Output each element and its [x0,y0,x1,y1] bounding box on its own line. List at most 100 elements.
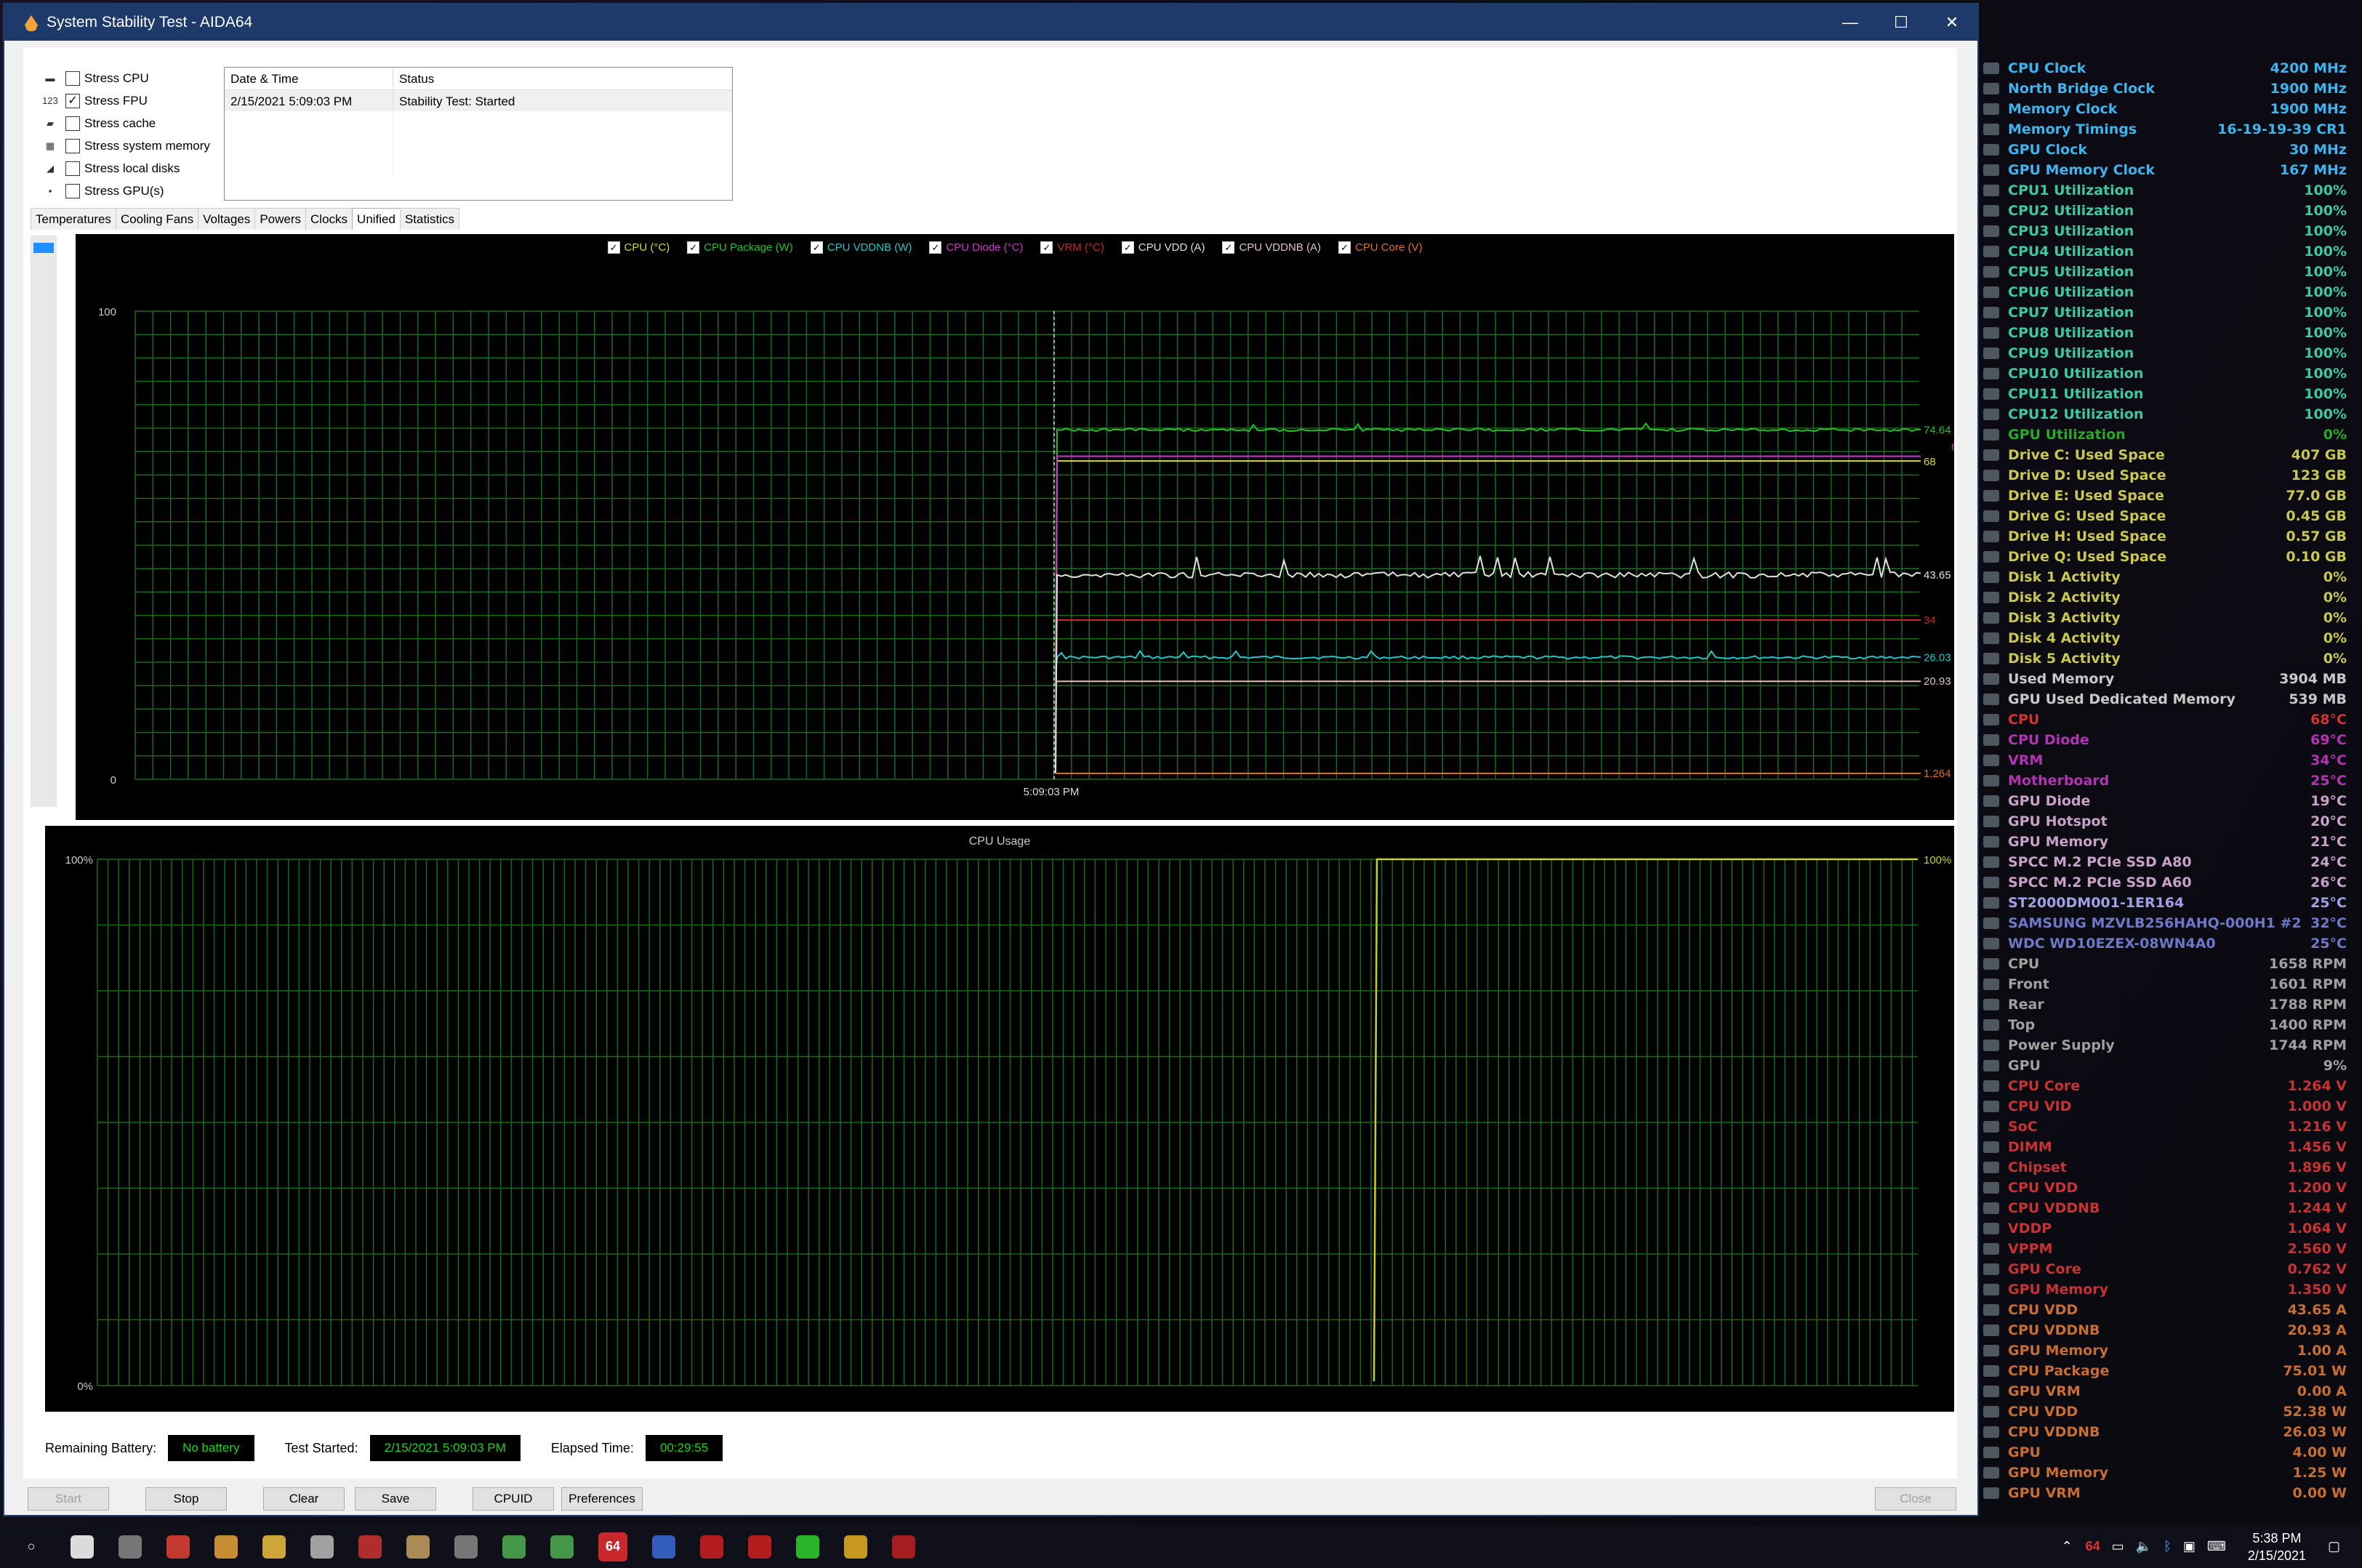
cpu-icon[interactable] [748,1535,771,1559]
save-button[interactable]: Save [355,1487,436,1511]
osd-sensor-value: 100% [2304,386,2347,402]
stress-checkbox[interactable]: ✓ [65,93,80,108]
shield-icon[interactable] [844,1535,867,1559]
close-button[interactable]: Close [1875,1487,1956,1511]
stress-option[interactable]: ▪ Stress GPU(s) [41,180,210,202]
stop-button[interactable]: Stop [145,1487,227,1511]
osd-row: GPU Diode 19°C [1983,791,2347,811]
status-bar: Remaining Battery: No battery Test Start… [45,1435,753,1461]
start-icon[interactable]: ○ [17,1532,46,1561]
monitor-icon[interactable] [454,1535,478,1559]
notifications-icon[interactable]: ▢ [2328,1539,2340,1554]
title-bar[interactable]: System Stability Test - AIDA64 — ☐ ✕ [4,4,1977,41]
osd-sensor-name: GPU Utilization [2008,427,2126,443]
display-icon[interactable]: ▣ [2183,1539,2196,1554]
osd-sensor-name: GPU Diode [2008,793,2091,809]
osd-sensor-name: CPU VDD [2008,1404,2078,1420]
maximize-button[interactable]: ☐ [1876,4,1927,41]
sensor-icon [1983,470,1999,481]
tab-voltages[interactable]: Voltages [198,208,256,230]
flash-icon[interactable] [700,1535,723,1559]
audio-icon[interactable] [406,1535,430,1559]
app-icon[interactable] [310,1535,334,1559]
chart-scroll-strip[interactable] [31,236,57,807]
fpu-icon: 123 [42,95,58,106]
osd-sensor-name: Drive C: Used Space [2008,447,2165,463]
tab-temperatures[interactable]: Temperatures [31,208,116,230]
osd-sensor-value: 77.0 GB [2286,488,2347,504]
sensor-icon [1983,999,1999,1010]
clear-button[interactable]: Clear [263,1487,345,1511]
sensor-icon [1983,1467,1999,1479]
bluetooth-icon[interactable]: ᛒ [2164,1539,2172,1554]
stress-checkbox[interactable] [65,138,80,153]
clock[interactable]: 5:38 PM 2/15/2021 [2248,1529,2306,1564]
sensor-icon [1983,816,1999,827]
sensor-icon [1983,347,1999,359]
stress-option[interactable]: 123 ✓ Stress FPU [41,89,210,112]
osd-row: GPU Clock 30 MHz [1983,140,2347,160]
stress-label: Stress CPU [84,71,149,85]
app-icon[interactable] [652,1535,675,1559]
stress-option[interactable]: ▦ Stress system memory [41,134,210,157]
tab-cooling-fans[interactable]: Cooling Fans [115,208,199,230]
aida64-tray-icon[interactable]: 64 [2086,1539,2100,1554]
osd-row: VPPM 2.560 V [1983,1239,2347,1259]
stress-checkbox[interactable] [65,161,80,176]
log-row[interactable]: 2/15/2021 5:09:03 PM Stability Test: Sta… [225,90,732,111]
osd-sensor-value: 25°C [2310,773,2347,789]
osd-row: Drive G: Used Space 0.45 GB [1983,506,2347,526]
osd-sensor-name: CPU10 Utilization [2008,366,2144,382]
series-line [1055,619,1921,648]
osd-sensor-name: Drive Q: Used Space [2008,549,2166,565]
ryzen-icon[interactable] [358,1535,382,1559]
minimize-button[interactable]: — [1825,4,1876,41]
series-end-label: 1.264 [1924,768,1951,780]
col-status[interactable]: Status [393,68,732,89]
sensor-icon [1983,1324,1999,1336]
preferences-button[interactable]: Preferences [561,1487,643,1511]
gpu-icon[interactable] [502,1535,526,1559]
col-datetime[interactable]: Date & Time [225,68,393,89]
gpu-icon: ▪ [48,185,52,196]
battery-label: Remaining Battery: [45,1440,157,1455]
osd-sensor-name: Disk 3 Activity [2008,610,2121,626]
volume-icon[interactable]: 🔈 [2136,1539,2152,1554]
osd-row: Used Memory 3904 MB [1983,669,2347,689]
stress-label: Stress system memory [84,138,210,153]
stress-option[interactable]: ▬ Stress CPU [41,67,210,89]
cpuid-button[interactable]: CPUID [473,1487,554,1511]
chrome-icon[interactable] [166,1535,190,1559]
task-view-icon[interactable] [71,1535,94,1559]
app-icon[interactable] [892,1535,915,1559]
xbox-icon[interactable] [550,1535,574,1559]
series-end-label: 20.93 [1924,675,1951,688]
stress-option[interactable]: ◢ Stress local disks [41,157,210,180]
osd-sensor-name: GPU Memory [2008,834,2108,850]
gpuz-icon[interactable] [796,1535,819,1559]
tab-statistics[interactable]: Statistics [399,208,459,230]
tab-powers[interactable]: Powers [254,208,307,230]
network-icon[interactable]: ▭ [2112,1539,2124,1554]
aida64-icon[interactable]: 64 [598,1532,627,1561]
sensor-icon [1983,83,1999,95]
media-icon[interactable] [214,1535,238,1559]
stress-label: Stress cache [84,116,156,130]
stress-checkbox[interactable] [65,116,80,131]
stress-checkbox[interactable] [65,71,80,86]
sensor-icon [1983,978,1999,990]
close-window-button[interactable]: ✕ [1927,4,1977,41]
stress-checkbox[interactable] [65,183,80,198]
osd-sensor-name: Disk 2 Activity [2008,590,2121,606]
osd-sensor-name: CPU VID [2008,1098,2072,1114]
tab-unified[interactable]: Unified [352,208,401,230]
stress-option[interactable]: ▰ Stress cache [41,112,210,134]
cache-icon: ▰ [47,117,54,129]
explorer-icon[interactable] [262,1535,286,1559]
language-icon[interactable]: ⌨ [2207,1539,2226,1554]
tab-clocks[interactable]: Clocks [305,208,353,230]
osd-sensor-value: 0.45 GB [2286,508,2347,524]
app-icon[interactable] [118,1535,142,1559]
start-button[interactable]: Start [28,1487,109,1511]
chevron-up-icon[interactable]: ⌃ [2062,1539,2073,1554]
